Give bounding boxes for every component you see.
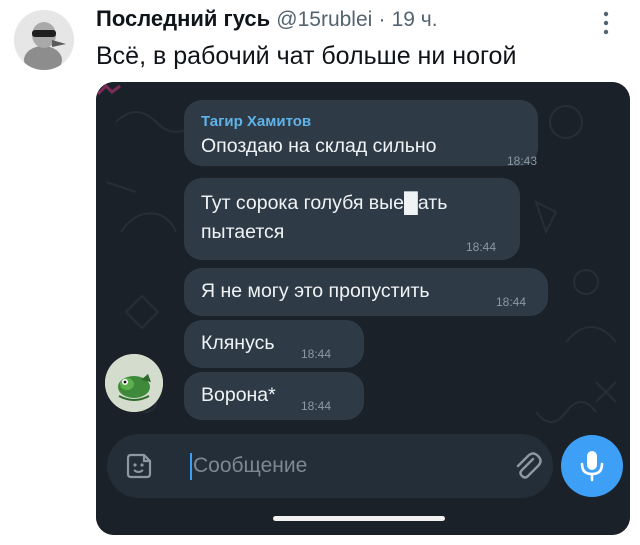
message-text-line: пытается <box>201 221 285 243</box>
message-text: Опоздаю на склад сильно <box>201 135 437 157</box>
message-bubble[interactable]: Тагир Хамитов Опоздаю на склад сильно 18… <box>184 100 538 168</box>
text-caret <box>190 453 192 480</box>
more-vertical-icon[interactable] <box>600 8 612 38</box>
message-bubble[interactable]: Клянусь 18:44 <box>184 320 364 368</box>
message-text: Клянусь <box>201 332 275 354</box>
message-time: 18:44 <box>466 240 497 254</box>
message-time: 18:43 <box>507 154 538 168</box>
tweet-text: Всё, в рабочий чат больше ни ногой <box>96 42 517 70</box>
author-handle[interactable]: @15rublei <box>276 8 372 31</box>
sticker-icon[interactable] <box>125 452 153 480</box>
message-text: Я не могу это пропустить <box>201 280 430 302</box>
tweet-header: Последний гусь @15rublei · 19 ч. <box>96 6 438 32</box>
message-time: 18:44 <box>496 295 527 309</box>
sender-avatar[interactable] <box>105 354 163 412</box>
message-bubble[interactable]: Ворона* 18:44 <box>184 372 364 420</box>
tweet-author-avatar[interactable] <box>14 10 74 70</box>
message-input-bar <box>107 434 553 498</box>
message-time: 18:44 <box>301 347 332 361</box>
sender-name[interactable]: Тагир Хамитов <box>201 113 311 131</box>
header-separator: · <box>378 8 386 31</box>
message-time: 18:44 <box>301 399 332 413</box>
tweet-time[interactable]: 19 ч. <box>392 8 438 31</box>
microphone-icon <box>580 451 604 482</box>
paperclip-icon[interactable] <box>511 450 543 482</box>
message-bubble[interactable]: Я не могу это пропустить 18:44 <box>184 268 548 316</box>
chat-screenshot: Тагир Хамитов Опоздаю на склад сильно 18… <box>96 82 630 535</box>
voice-message-button[interactable] <box>561 435 623 497</box>
message-text: Ворона* <box>201 384 276 406</box>
author-name[interactable]: Последний гусь <box>96 6 270 31</box>
message-bubble[interactable]: Тут сорока голубя вые█ать пытается 18:44 <box>184 178 520 260</box>
message-text-line: Тут сорока голубя вые█ать <box>201 192 448 214</box>
message-input[interactable] <box>193 451 493 481</box>
home-indicator <box>273 516 445 521</box>
